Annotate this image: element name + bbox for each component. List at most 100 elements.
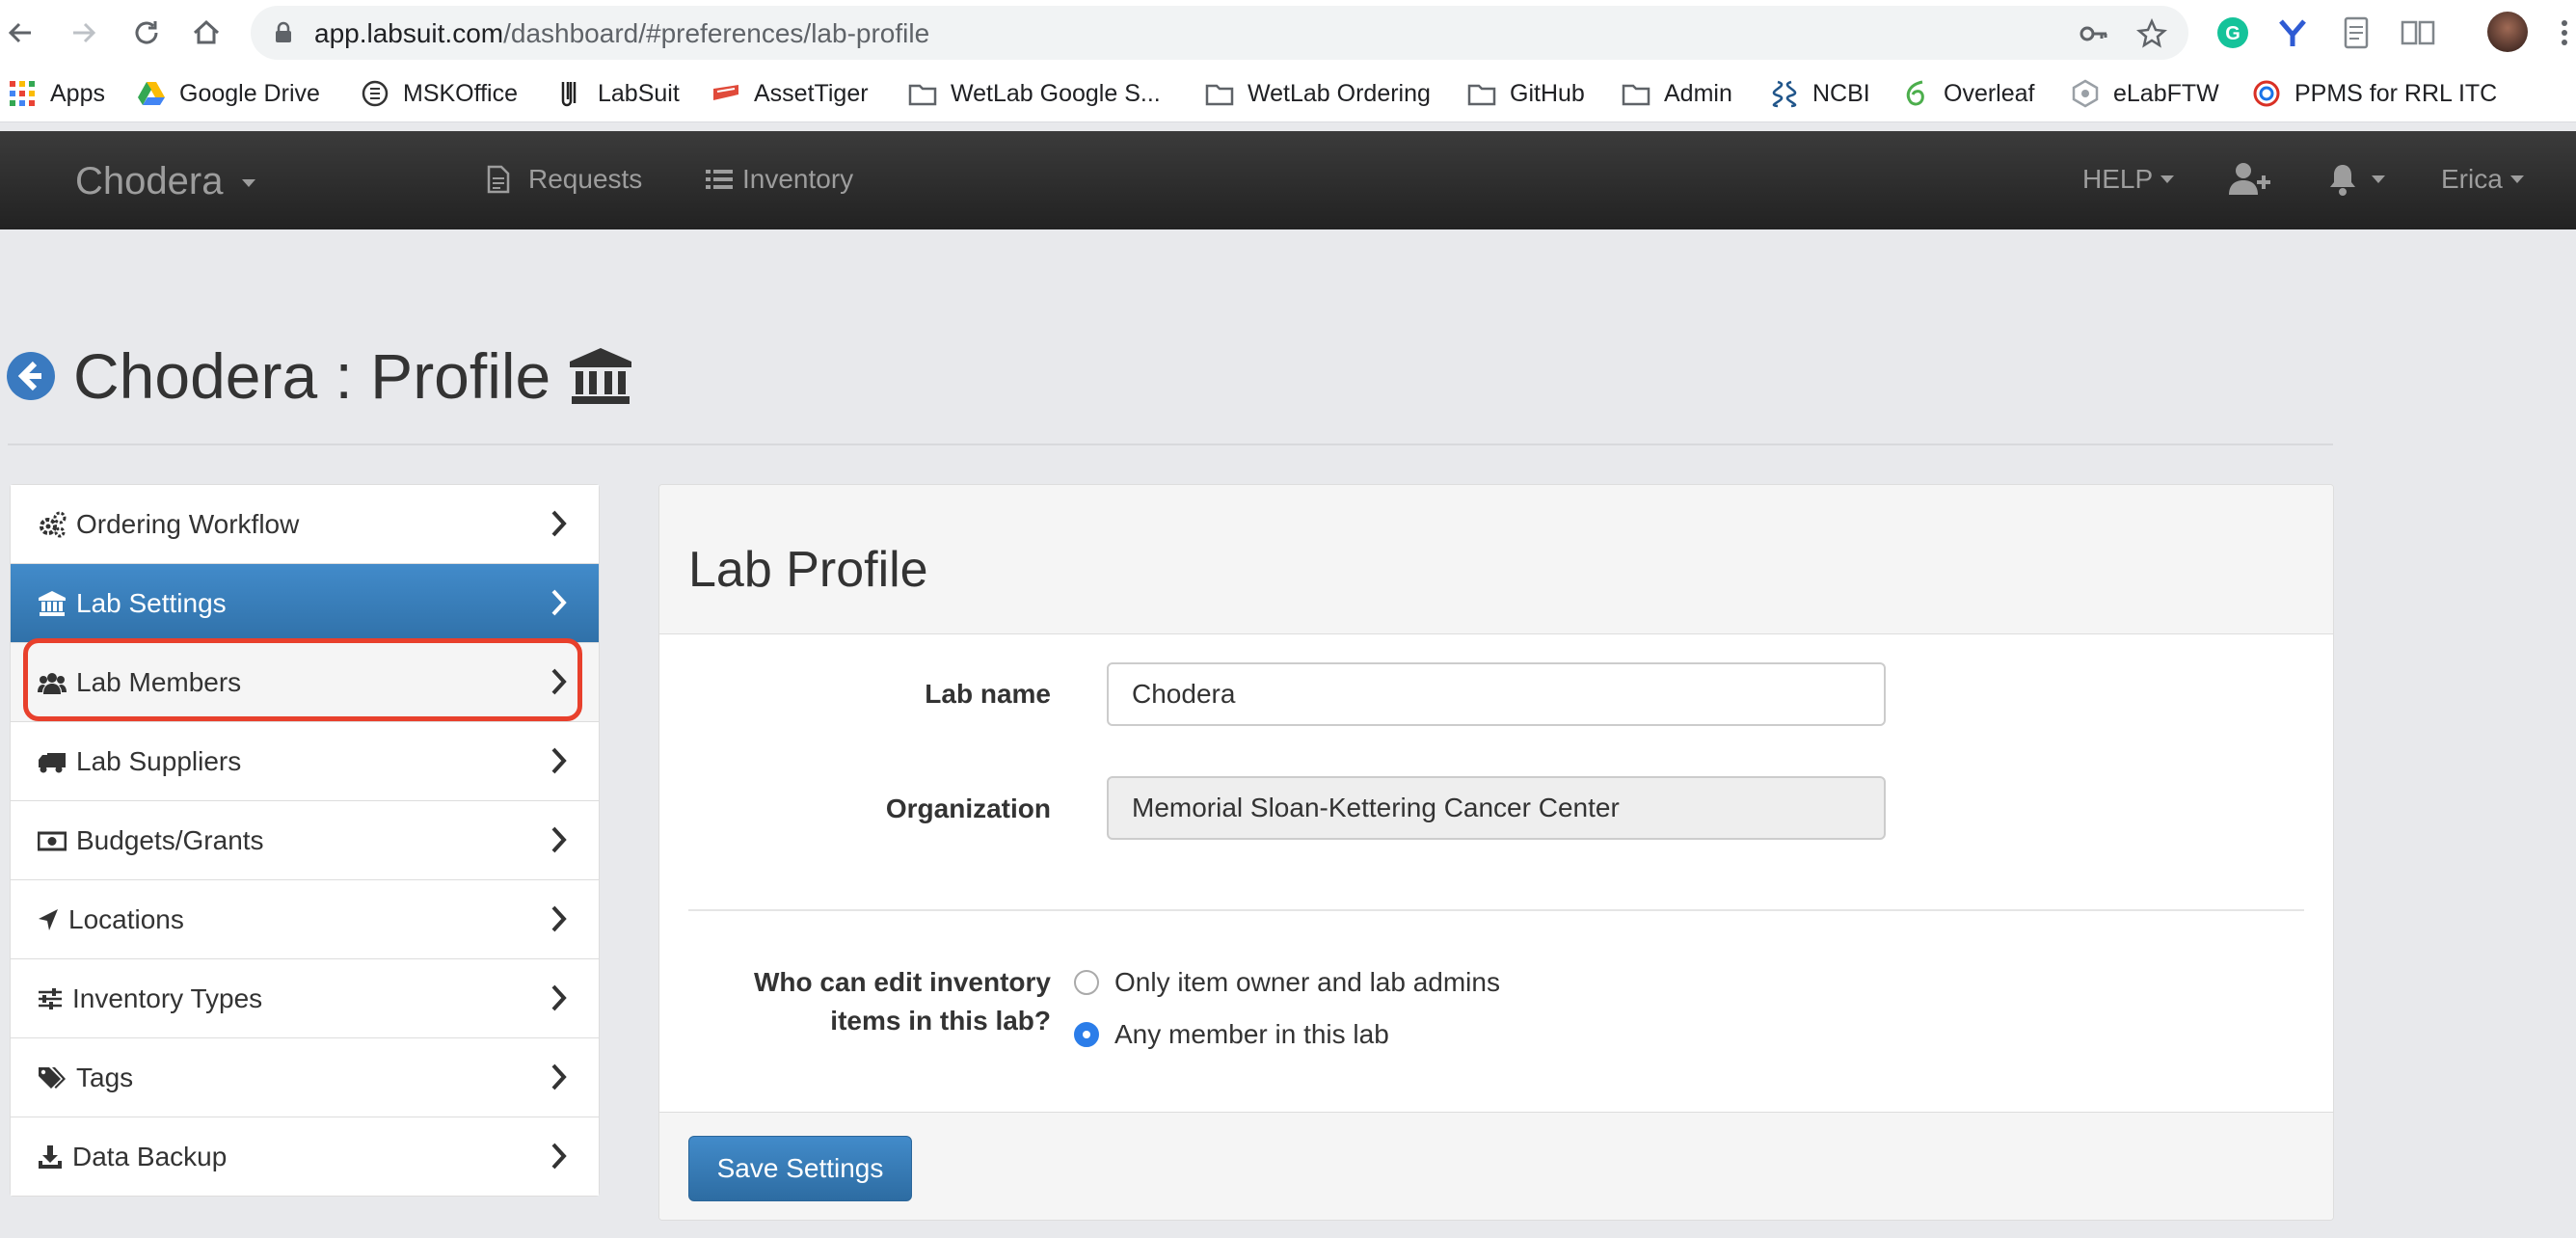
chevron-right-icon — [551, 826, 567, 853]
bookmarks-bar: Apps Google Drive MSKOffice LabSuit Asse… — [0, 66, 2576, 122]
star-icon[interactable] — [2136, 18, 2167, 49]
radio-button-checked[interactable] — [1074, 1022, 1099, 1047]
sidebar-item-inventory-types[interactable]: Inventory Types — [11, 959, 599, 1038]
bookmark-ncbi[interactable]: NCBI — [1770, 77, 1870, 110]
sidebar-item-tags[interactable]: Tags — [11, 1038, 599, 1117]
gears-icon — [40, 511, 67, 537]
radio-option-any-member[interactable]: Any member in this lab — [1074, 1015, 1389, 1054]
labsuit-icon — [561, 82, 577, 107]
bookmark-ppms[interactable]: PPMS for RRL ITC — [2252, 77, 2497, 110]
bookmark-google-drive[interactable]: Google Drive — [137, 77, 320, 110]
edit-permission-label: Who can edit inventory items in this lab… — [753, 967, 1051, 1036]
bank-icon — [39, 590, 66, 616]
lab-name-input[interactable]: Chodera — [1107, 662, 1886, 726]
save-settings-button[interactable]: Save Settings — [688, 1136, 912, 1201]
user-dropdown[interactable]: Erica — [2441, 164, 2524, 195]
extension-y-icon[interactable] — [2273, 13, 2312, 52]
caret-down-icon — [2160, 175, 2175, 183]
mskoffice-icon — [362, 80, 389, 107]
elabftw-icon — [2072, 79, 2099, 108]
radio-button[interactable] — [1074, 970, 1099, 995]
panel-footer: Save Settings — [659, 1112, 2333, 1220]
bookmark-overleaf[interactable]: Overleaf — [1901, 77, 2034, 110]
bookmark-assettiger[interactable]: AssetTiger — [711, 77, 869, 110]
sidebar-item-lab-settings[interactable]: Lab Settings — [11, 564, 599, 643]
radio-option-owner-admins[interactable]: Only item owner and lab admins — [1074, 963, 1500, 1002]
ncbi-icon — [1772, 80, 1797, 108]
bookmark-elabftw[interactable]: eLabFTW — [2071, 77, 2219, 110]
bookmark-wetlab-ordering[interactable]: WetLab Ordering — [1205, 77, 1431, 110]
truck-icon — [39, 752, 66, 772]
page-title: Chodera : Profile — [73, 340, 551, 412]
download-icon — [39, 1144, 62, 1169]
sidebar-item-ordering-workflow[interactable]: Ordering Workflow — [11, 485, 599, 564]
bell-icon — [2330, 165, 2355, 196]
notifications-dropdown[interactable] — [2327, 162, 2385, 197]
folder-icon — [1622, 84, 1650, 106]
chevron-right-icon — [551, 984, 567, 1011]
bookmark-github[interactable]: GitHub — [1467, 77, 1585, 110]
form-divider — [688, 909, 2304, 911]
file-icon — [487, 165, 510, 194]
tags-icon — [39, 1066, 66, 1089]
list-icon — [706, 170, 733, 189]
money-icon — [38, 831, 67, 850]
organization-input: Memorial Sloan-Kettering Cancer Center — [1107, 776, 1886, 840]
location-arrow-icon — [39, 908, 58, 930]
lab-profile-panel: Lab Profile Lab name Chodera Organizatio… — [658, 484, 2334, 1221]
sidebar-item-data-backup[interactable]: Data Backup — [11, 1117, 599, 1196]
bookmark-apps[interactable]: Apps — [8, 77, 105, 110]
add-user-icon — [2229, 163, 2270, 195]
sidebar-item-lab-suppliers[interactable]: Lab Suppliers — [11, 722, 599, 801]
key-icon[interactable] — [2079, 18, 2109, 49]
grammarly-icon[interactable]: G — [2214, 13, 2252, 52]
apps-grid-icon — [10, 81, 35, 106]
address-bar[interactable]: app.labsuit.com/dashboard/#preferences/l… — [251, 6, 2188, 60]
lock-icon — [276, 21, 291, 42]
ppms-icon — [2253, 80, 2280, 107]
chevron-right-icon — [551, 1063, 567, 1090]
bookmark-wetlab-google-sheets[interactable]: WetLab Google S... — [908, 77, 1161, 110]
profile-avatar[interactable] — [2487, 12, 2528, 52]
add-user-button[interactable] — [2227, 160, 2271, 199]
chevron-right-icon — [551, 589, 567, 616]
title-divider — [8, 444, 2333, 445]
reload-icon[interactable] — [127, 13, 166, 52]
caret-down-icon — [241, 179, 255, 188]
back-arrow-circle-icon[interactable] — [6, 351, 56, 401]
document-extension-icon[interactable] — [2337, 13, 2375, 52]
chevron-right-icon — [551, 510, 567, 537]
nav-requests[interactable]: Requests — [486, 164, 642, 195]
forward-icon[interactable] — [64, 13, 102, 52]
url-text: app.labsuit.com/dashboard/#preferences/l… — [314, 18, 930, 48]
sliders-icon — [39, 987, 62, 1009]
bookmark-labsuit[interactable]: LabSuit — [555, 77, 680, 110]
sidebar-item-budgets-grants[interactable]: Budgets/Grants — [11, 801, 599, 880]
caret-down-icon — [2372, 175, 2385, 183]
panel-header: Lab Profile — [659, 485, 2333, 634]
back-icon[interactable] — [2, 13, 40, 52]
bank-icon — [570, 348, 632, 404]
organization-label: Organization — [885, 794, 1051, 823]
nav-inventory[interactable]: Inventory — [706, 164, 853, 195]
folder-icon — [908, 84, 937, 106]
page-header: Chodera : Profile — [6, 337, 633, 415]
preferences-sidebar: Ordering Workflow Lab Settings Lab Membe… — [10, 484, 600, 1197]
folder-icon — [1205, 84, 1234, 106]
svg-text:G: G — [2225, 23, 2241, 44]
menu-kebab-icon[interactable] — [2545, 13, 2576, 52]
home-icon[interactable] — [187, 13, 226, 52]
help-dropdown[interactable]: HELP — [2082, 164, 2175, 195]
annotation-highlight-ring — [23, 638, 582, 721]
assettiger-icon — [713, 85, 738, 100]
google-drive-icon — [138, 82, 165, 105]
reader-extension-icon[interactable] — [2399, 13, 2437, 52]
sidebar-item-locations[interactable]: Locations — [11, 880, 599, 959]
chevron-right-icon — [551, 747, 567, 774]
chevron-right-icon — [551, 1143, 567, 1170]
panel-title: Lab Profile — [688, 542, 928, 598]
brand-dropdown[interactable]: Chodera — [75, 160, 255, 203]
bookmark-mskoffice[interactable]: MSKOffice — [361, 77, 518, 110]
overleaf-icon — [1906, 80, 1924, 106]
bookmark-admin[interactable]: Admin — [1622, 77, 1732, 110]
